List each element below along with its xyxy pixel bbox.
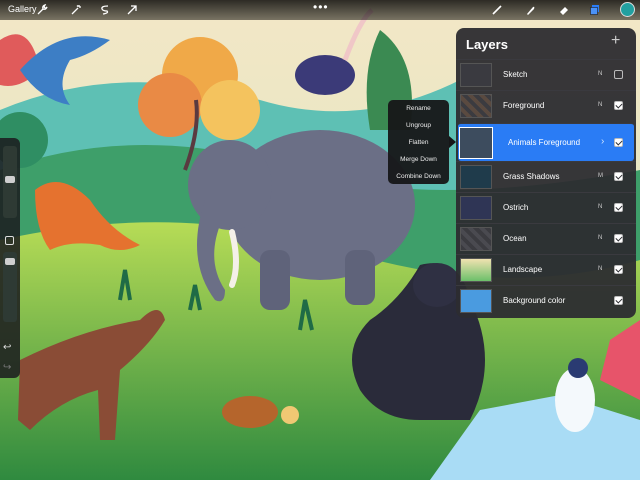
- add-layer-button[interactable]: +: [611, 32, 620, 50]
- layer-name: Foreground: [503, 101, 545, 110]
- layer-name: Landscape: [503, 265, 543, 274]
- brush-size-thumb[interactable]: [5, 176, 15, 183]
- layer-name: Ocean: [503, 234, 527, 243]
- layer-thumbnail: [460, 165, 492, 189]
- layer-thumbnail: [460, 289, 492, 313]
- layer-row-ocean[interactable]: Ocean N: [456, 223, 636, 254]
- layers-panel: Layers + Sketch N Foreground N Animals F…: [456, 28, 636, 318]
- layer-row-ostrich[interactable]: Ostrich N: [456, 192, 636, 223]
- layer-row-animals-foreground[interactable]: Animals Foreground ›: [458, 123, 634, 161]
- layer-thumbnail: [460, 258, 492, 282]
- visibility-checkbox[interactable]: [614, 203, 623, 212]
- visibility-checkbox[interactable]: [614, 296, 623, 305]
- layer-row-background-color[interactable]: Background color: [456, 285, 636, 316]
- menu-item-rename[interactable]: Rename: [388, 105, 449, 112]
- layer-row-grass-shadows[interactable]: Grass Shadows M: [456, 161, 636, 192]
- visibility-checkbox[interactable]: [614, 101, 623, 110]
- more-options-button[interactable]: •••: [313, 0, 329, 14]
- visibility-checkbox[interactable]: [614, 138, 623, 147]
- smudge-icon[interactable]: [522, 2, 538, 18]
- blend-mode-button[interactable]: M: [598, 173, 603, 179]
- menu-item-combine-down[interactable]: Combine Down: [388, 173, 449, 180]
- brush-size-slider[interactable]: [3, 146, 17, 218]
- layer-row-landscape[interactable]: Landscape N: [456, 254, 636, 285]
- layer-thumbnail: [460, 196, 492, 220]
- layer-name: Sketch: [503, 70, 528, 79]
- chevron-right-icon[interactable]: ›: [601, 136, 604, 147]
- layer-options-menu: Rename Ungroup Flatten Merge Down Combin…: [388, 100, 449, 184]
- left-sidebar: ↩ ↪: [0, 138, 20, 378]
- menu-pointer: [449, 136, 456, 148]
- color-picker-button[interactable]: [620, 2, 635, 17]
- menu-item-flatten[interactable]: Flatten: [388, 139, 449, 146]
- opacity-slider[interactable]: [3, 252, 17, 322]
- menu-item-merge-down[interactable]: Merge Down: [388, 156, 449, 163]
- layer-row-foreground[interactable]: Foreground N: [456, 90, 636, 121]
- magic-wand-icon[interactable]: [68, 2, 84, 18]
- visibility-checkbox[interactable]: [614, 172, 623, 181]
- layer-name: Grass Shadows: [503, 172, 560, 181]
- top-toolbar: Gallery •••: [0, 0, 640, 20]
- menu-item-ungroup[interactable]: Ungroup: [388, 122, 449, 129]
- gallery-button[interactable]: Gallery: [8, 4, 37, 14]
- opacity-thumb[interactable]: [5, 258, 15, 265]
- layer-thumbnail: [459, 127, 493, 159]
- layer-name: Animals Foreground: [508, 138, 581, 147]
- blend-mode-button[interactable]: N: [598, 102, 602, 108]
- layer-name: Ostrich: [503, 203, 529, 212]
- brush-icon[interactable]: [489, 2, 505, 18]
- eraser-icon[interactable]: [556, 2, 572, 18]
- blend-mode-button[interactable]: N: [598, 71, 602, 77]
- layer-thumbnail: [460, 227, 492, 251]
- layers-icon[interactable]: [587, 2, 603, 18]
- redo-button[interactable]: ↪: [3, 362, 11, 373]
- blend-mode-button[interactable]: N: [598, 204, 602, 210]
- undo-button[interactable]: ↩: [3, 342, 11, 353]
- layer-row-sketch[interactable]: Sketch N: [456, 59, 636, 90]
- wrench-icon[interactable]: [34, 2, 50, 18]
- selection-icon[interactable]: [97, 2, 113, 18]
- layers-title: Layers: [466, 37, 508, 52]
- blend-mode-button[interactable]: N: [598, 235, 602, 241]
- modify-button[interactable]: [5, 236, 14, 245]
- visibility-checkbox[interactable]: [614, 234, 623, 243]
- layer-thumbnail: [460, 94, 492, 118]
- blend-mode-button[interactable]: N: [598, 266, 602, 272]
- visibility-checkbox[interactable]: [614, 70, 623, 79]
- transform-arrow-icon[interactable]: [124, 2, 140, 18]
- layer-thumbnail: [460, 63, 492, 87]
- visibility-checkbox[interactable]: [614, 265, 623, 274]
- layer-name: Background color: [503, 296, 566, 305]
